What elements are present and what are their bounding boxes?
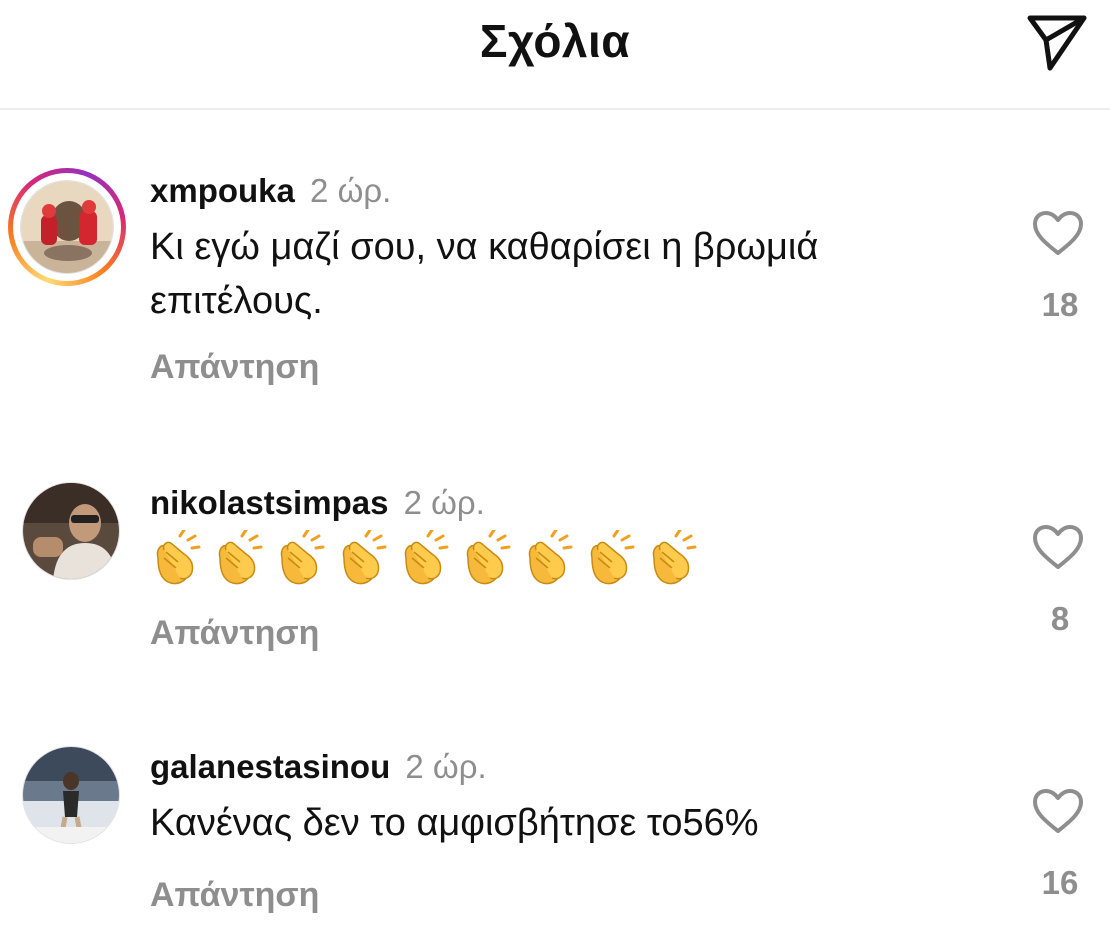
heart-icon[interactable] xyxy=(1032,788,1084,834)
clap-emoji xyxy=(652,530,697,585)
comment-header: xmpouka 2 ώρ. xyxy=(150,172,391,210)
page-title: Σχόλια xyxy=(479,15,631,67)
like-count: 18 xyxy=(1041,286,1079,323)
clap-emoji xyxy=(156,530,201,585)
comment-item: nikolastsimpas 2 ώρ. 👏👏👏👏👏👏👏👏👏 Απάντηση … xyxy=(0,480,1110,660)
comment-item: xmpouka 2 ώρ. Κι εγώ μαζί σου, να καθαρί… xyxy=(0,168,1110,398)
heart-icon[interactable] xyxy=(1032,210,1084,256)
timestamp: 2 ώρ. xyxy=(310,172,392,209)
heart-icon[interactable] xyxy=(1032,524,1084,570)
avatar[interactable] xyxy=(8,480,126,598)
like-count: 16 xyxy=(1041,864,1079,901)
reply-button[interactable]: Απάντηση xyxy=(150,348,319,387)
timestamp: 2 ώρ. xyxy=(405,748,487,785)
comment-text: Κανένας δεν το αμφισβήτησε το56% xyxy=(150,802,759,844)
username[interactable]: xmpouka xyxy=(150,172,295,209)
clap-emoji xyxy=(342,530,387,585)
like-count: 8 xyxy=(1050,600,1070,637)
reply-button[interactable]: Απάντηση xyxy=(150,876,319,915)
clap-emoji xyxy=(590,530,635,585)
reply-button[interactable]: Απάντηση xyxy=(150,614,319,653)
username[interactable]: nikolastsimpas xyxy=(150,484,388,521)
comment-header: nikolastsimpas 2 ώρ. xyxy=(150,484,485,522)
avatar-image xyxy=(22,746,120,844)
avatar[interactable] xyxy=(8,168,126,286)
clap-emoji xyxy=(218,530,263,585)
timestamp: 2 ώρ. xyxy=(403,484,485,521)
avatar-image xyxy=(22,482,120,580)
comment-header: galanestasinou 2 ώρ. xyxy=(150,748,487,786)
avatar-image xyxy=(20,180,114,274)
comment-item: galanestasinou 2 ώρ. Κανένας δεν το αμφι… xyxy=(0,744,1110,924)
paper-plane-icon[interactable] xyxy=(1024,6,1090,72)
comment-text: Κι εγώ μαζί σου, να καθαρίσει η βρωμιά ε… xyxy=(150,226,819,322)
clap-emoji xyxy=(404,530,449,585)
header-bar: Σχόλια xyxy=(0,0,1110,110)
clap-emoji-row xyxy=(150,530,708,590)
clap-emoji xyxy=(280,530,325,585)
username[interactable]: galanestasinou xyxy=(150,748,390,785)
clap-emoji xyxy=(528,530,573,585)
avatar[interactable] xyxy=(8,744,126,862)
clap-emoji xyxy=(466,530,511,585)
